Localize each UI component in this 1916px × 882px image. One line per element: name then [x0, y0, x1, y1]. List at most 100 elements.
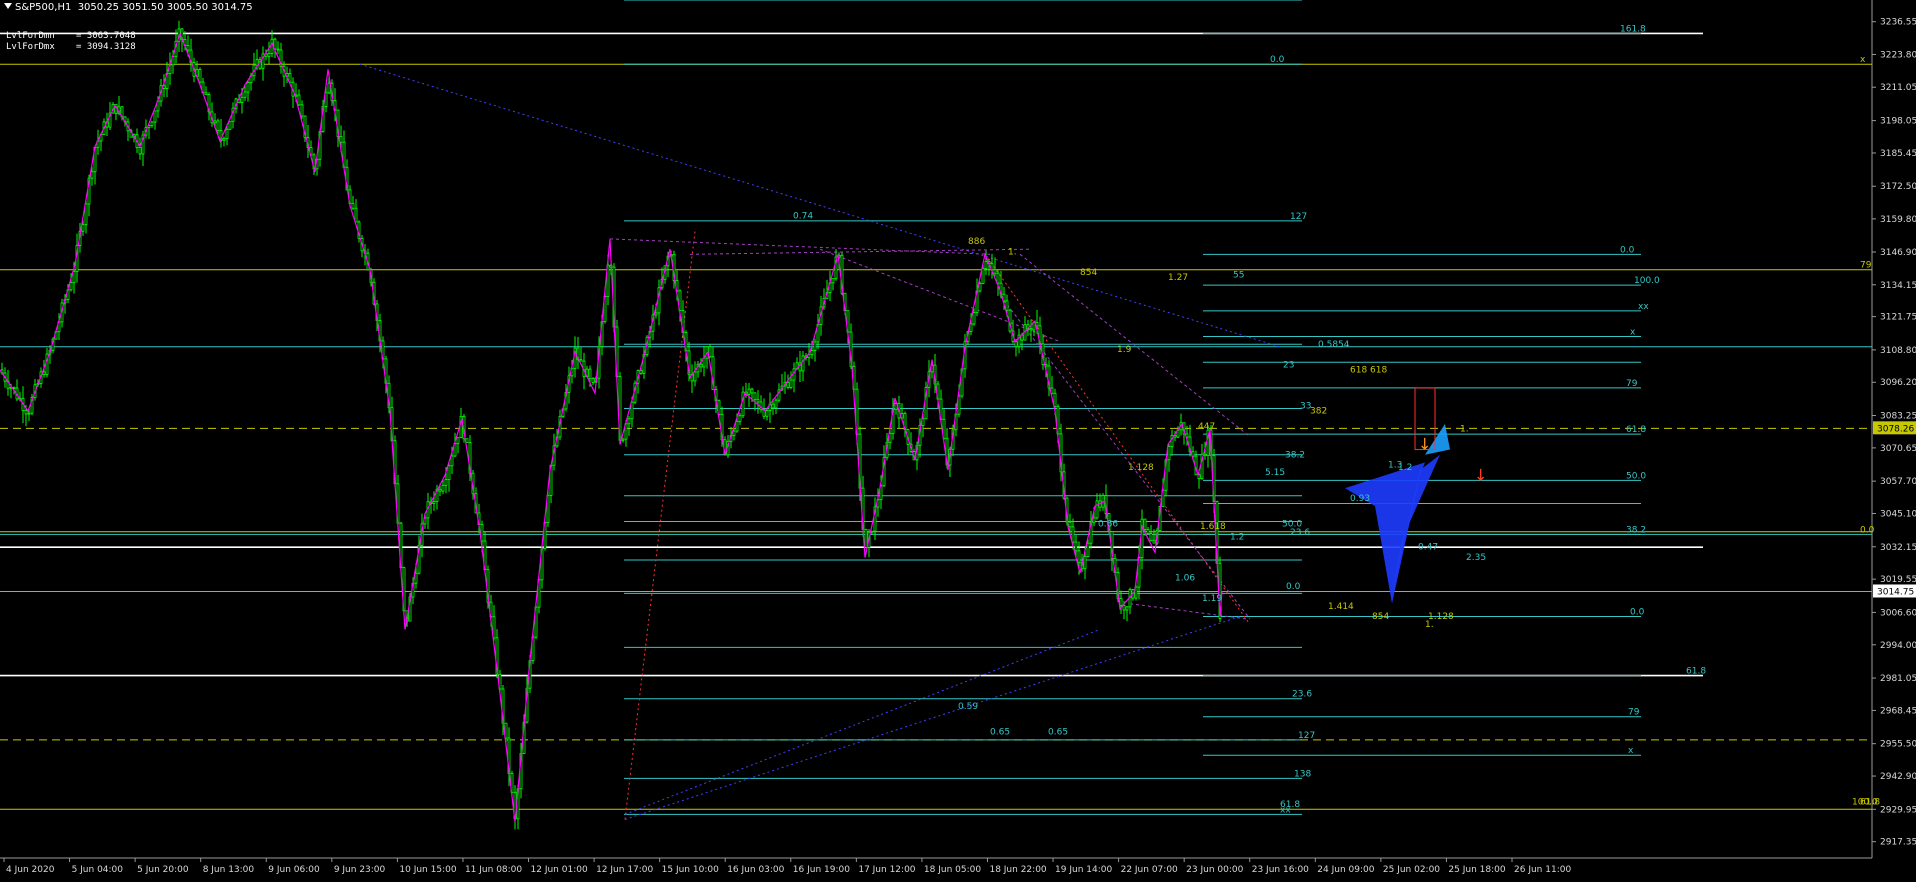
- candle-body: [1203, 453, 1207, 457]
- fib-level-label: 79: [1628, 708, 1640, 718]
- price-chart[interactable]: 3236.55 3223.80 3211.05 3198.05 3185.45 3172.…: [0, 0, 1916, 878]
- candle-body: [354, 207, 358, 223]
- x-tick-label: 26 Jun 11:00: [1514, 865, 1571, 875]
- candle-body: [327, 82, 331, 94]
- zigzag-line: [0, 31, 1223, 823]
- indicator-name: LvlForDmn: [6, 31, 55, 41]
- chart-window[interactable]: 3236.55 3223.80 3211.05 3198.05 3185.45 3172.…: [0, 0, 1916, 878]
- y-tick-label: 3096.20: [1880, 378, 1916, 388]
- candle-body: [1143, 518, 1147, 530]
- fib-level-label: 127: [1298, 731, 1315, 741]
- candle-body: [579, 359, 583, 362]
- x-tick-label: 11 Jun 08:00: [465, 865, 522, 875]
- price-mark-label: 3078.26: [1877, 424, 1914, 434]
- candle-body: [870, 530, 874, 533]
- ratio-label: 23: [1283, 360, 1294, 370]
- harmonic-pattern-fill: [1345, 462, 1425, 604]
- fib-level-label: 0.0: [1620, 245, 1635, 255]
- indicator-row: LvlForDmx = 3094.3128: [6, 42, 136, 52]
- fib-level-label: x: [1628, 746, 1634, 756]
- candle-body: [456, 437, 460, 444]
- fib-level-label: 23.6: [1292, 690, 1312, 700]
- candle-body: [1014, 341, 1018, 348]
- candle-body: [978, 283, 982, 292]
- ratio-label: 1.618: [1200, 522, 1226, 532]
- ratio-label: 618: [1370, 365, 1387, 375]
- candle-body: [1068, 521, 1072, 528]
- fib-level-label: 127: [1290, 212, 1307, 222]
- fib-level-label: 61.8: [1686, 667, 1706, 677]
- candle-body: [747, 388, 751, 395]
- candle-body: [438, 488, 442, 492]
- candle-body: [750, 388, 754, 394]
- fib-level-label: 61.8: [1626, 425, 1646, 435]
- candle-body: [771, 403, 775, 409]
- candle-body: [981, 267, 985, 284]
- candle-body: [27, 412, 31, 415]
- ohlc-readout: 3050.25 3051.50 3005.50 3014.75: [77, 2, 253, 13]
- x-tick-label: 12 Jun 01:00: [531, 865, 588, 875]
- symbol-label: S&P500,H1: [15, 2, 72, 13]
- fib-level-label: 0.0: [1630, 608, 1645, 618]
- ratio-label: 854: [1080, 268, 1097, 278]
- ratio-label: 0.93: [1350, 494, 1370, 504]
- x-tick-label: 4 Jun 2020: [6, 865, 55, 875]
- candle-body: [774, 399, 778, 409]
- fib-level-label: 161.8: [1620, 24, 1646, 34]
- chevron-down-icon[interactable]: [4, 3, 12, 9]
- indicator-row: LvlForDmn = 3063.7048: [6, 31, 136, 41]
- candle-body: [204, 92, 208, 96]
- y-tick-label: 3223.80: [1880, 50, 1916, 60]
- dotted-projection-line: [624, 628, 1101, 815]
- ratio-label: 1.27: [1168, 273, 1188, 283]
- x-tick-label: 5 Jun 04:00: [72, 865, 124, 875]
- candle-body: [756, 398, 760, 403]
- candle-body: [1005, 300, 1009, 311]
- candle-body: [1152, 539, 1156, 544]
- candle-body: [450, 455, 454, 467]
- candle-body: [246, 82, 250, 93]
- ratio-label: 50.0: [1282, 520, 1302, 530]
- y-tick-label: 2981.05: [1880, 674, 1916, 684]
- fib-level-label: xx: [1638, 302, 1649, 312]
- candle-body: [72, 271, 76, 284]
- ratio-label: 55: [1233, 270, 1244, 280]
- y-tick-label: 3070.65: [1880, 444, 1916, 454]
- candle-body: [654, 312, 658, 316]
- price-mark-label: 3014.75: [1877, 587, 1914, 597]
- ratio-label: 1.: [1460, 425, 1469, 435]
- dotted-projection-line: [624, 231, 696, 820]
- ratio-label: 0.74: [793, 211, 813, 221]
- x-tick-label: 22 Jun 07:00: [1121, 865, 1178, 875]
- candle-body: [225, 128, 229, 140]
- y-tick-label: 3006.60: [1880, 608, 1916, 618]
- x-tick-label: 9 Jun 23:00: [334, 865, 386, 875]
- candle-body: [1149, 533, 1153, 541]
- x-tick-label: 16 Jun 19:00: [793, 865, 850, 875]
- ratio-label: 2.35: [1466, 553, 1486, 563]
- candle-body: [801, 355, 805, 372]
- ratio-label: 382: [1310, 407, 1327, 417]
- candle-body: [441, 485, 445, 492]
- indicator-value: 3094.3128: [86, 42, 136, 52]
- dotted-projection-line: [359, 63, 1281, 348]
- ratio-label: 1.128: [1128, 463, 1154, 473]
- candle-body: [243, 91, 247, 98]
- ratio-label: 1.9: [1117, 345, 1132, 355]
- x-tick-label: 25 Jun 18:00: [1448, 865, 1505, 875]
- candle-body: [138, 147, 142, 155]
- fib-level-label: 138: [1290, 0, 1307, 1]
- ratio-label: 886: [968, 237, 985, 247]
- candle-body: [228, 120, 232, 130]
- x-tick-label: 16 Jun 03:00: [727, 865, 784, 875]
- candle-body: [693, 371, 697, 382]
- side-level-label: 79: [1860, 261, 1872, 271]
- candle-body: [351, 203, 355, 209]
- candle-body: [984, 261, 988, 269]
- x-tick-label: 23 Jun 00:00: [1186, 865, 1243, 875]
- fib-level-label: 38.2: [1626, 525, 1646, 535]
- ratio-label: 447: [1198, 422, 1215, 432]
- dotted-projection-line: [689, 248, 1031, 255]
- fib-level-label: 0.0: [1270, 55, 1285, 65]
- fib-level-label: 61.8: [1280, 800, 1300, 810]
